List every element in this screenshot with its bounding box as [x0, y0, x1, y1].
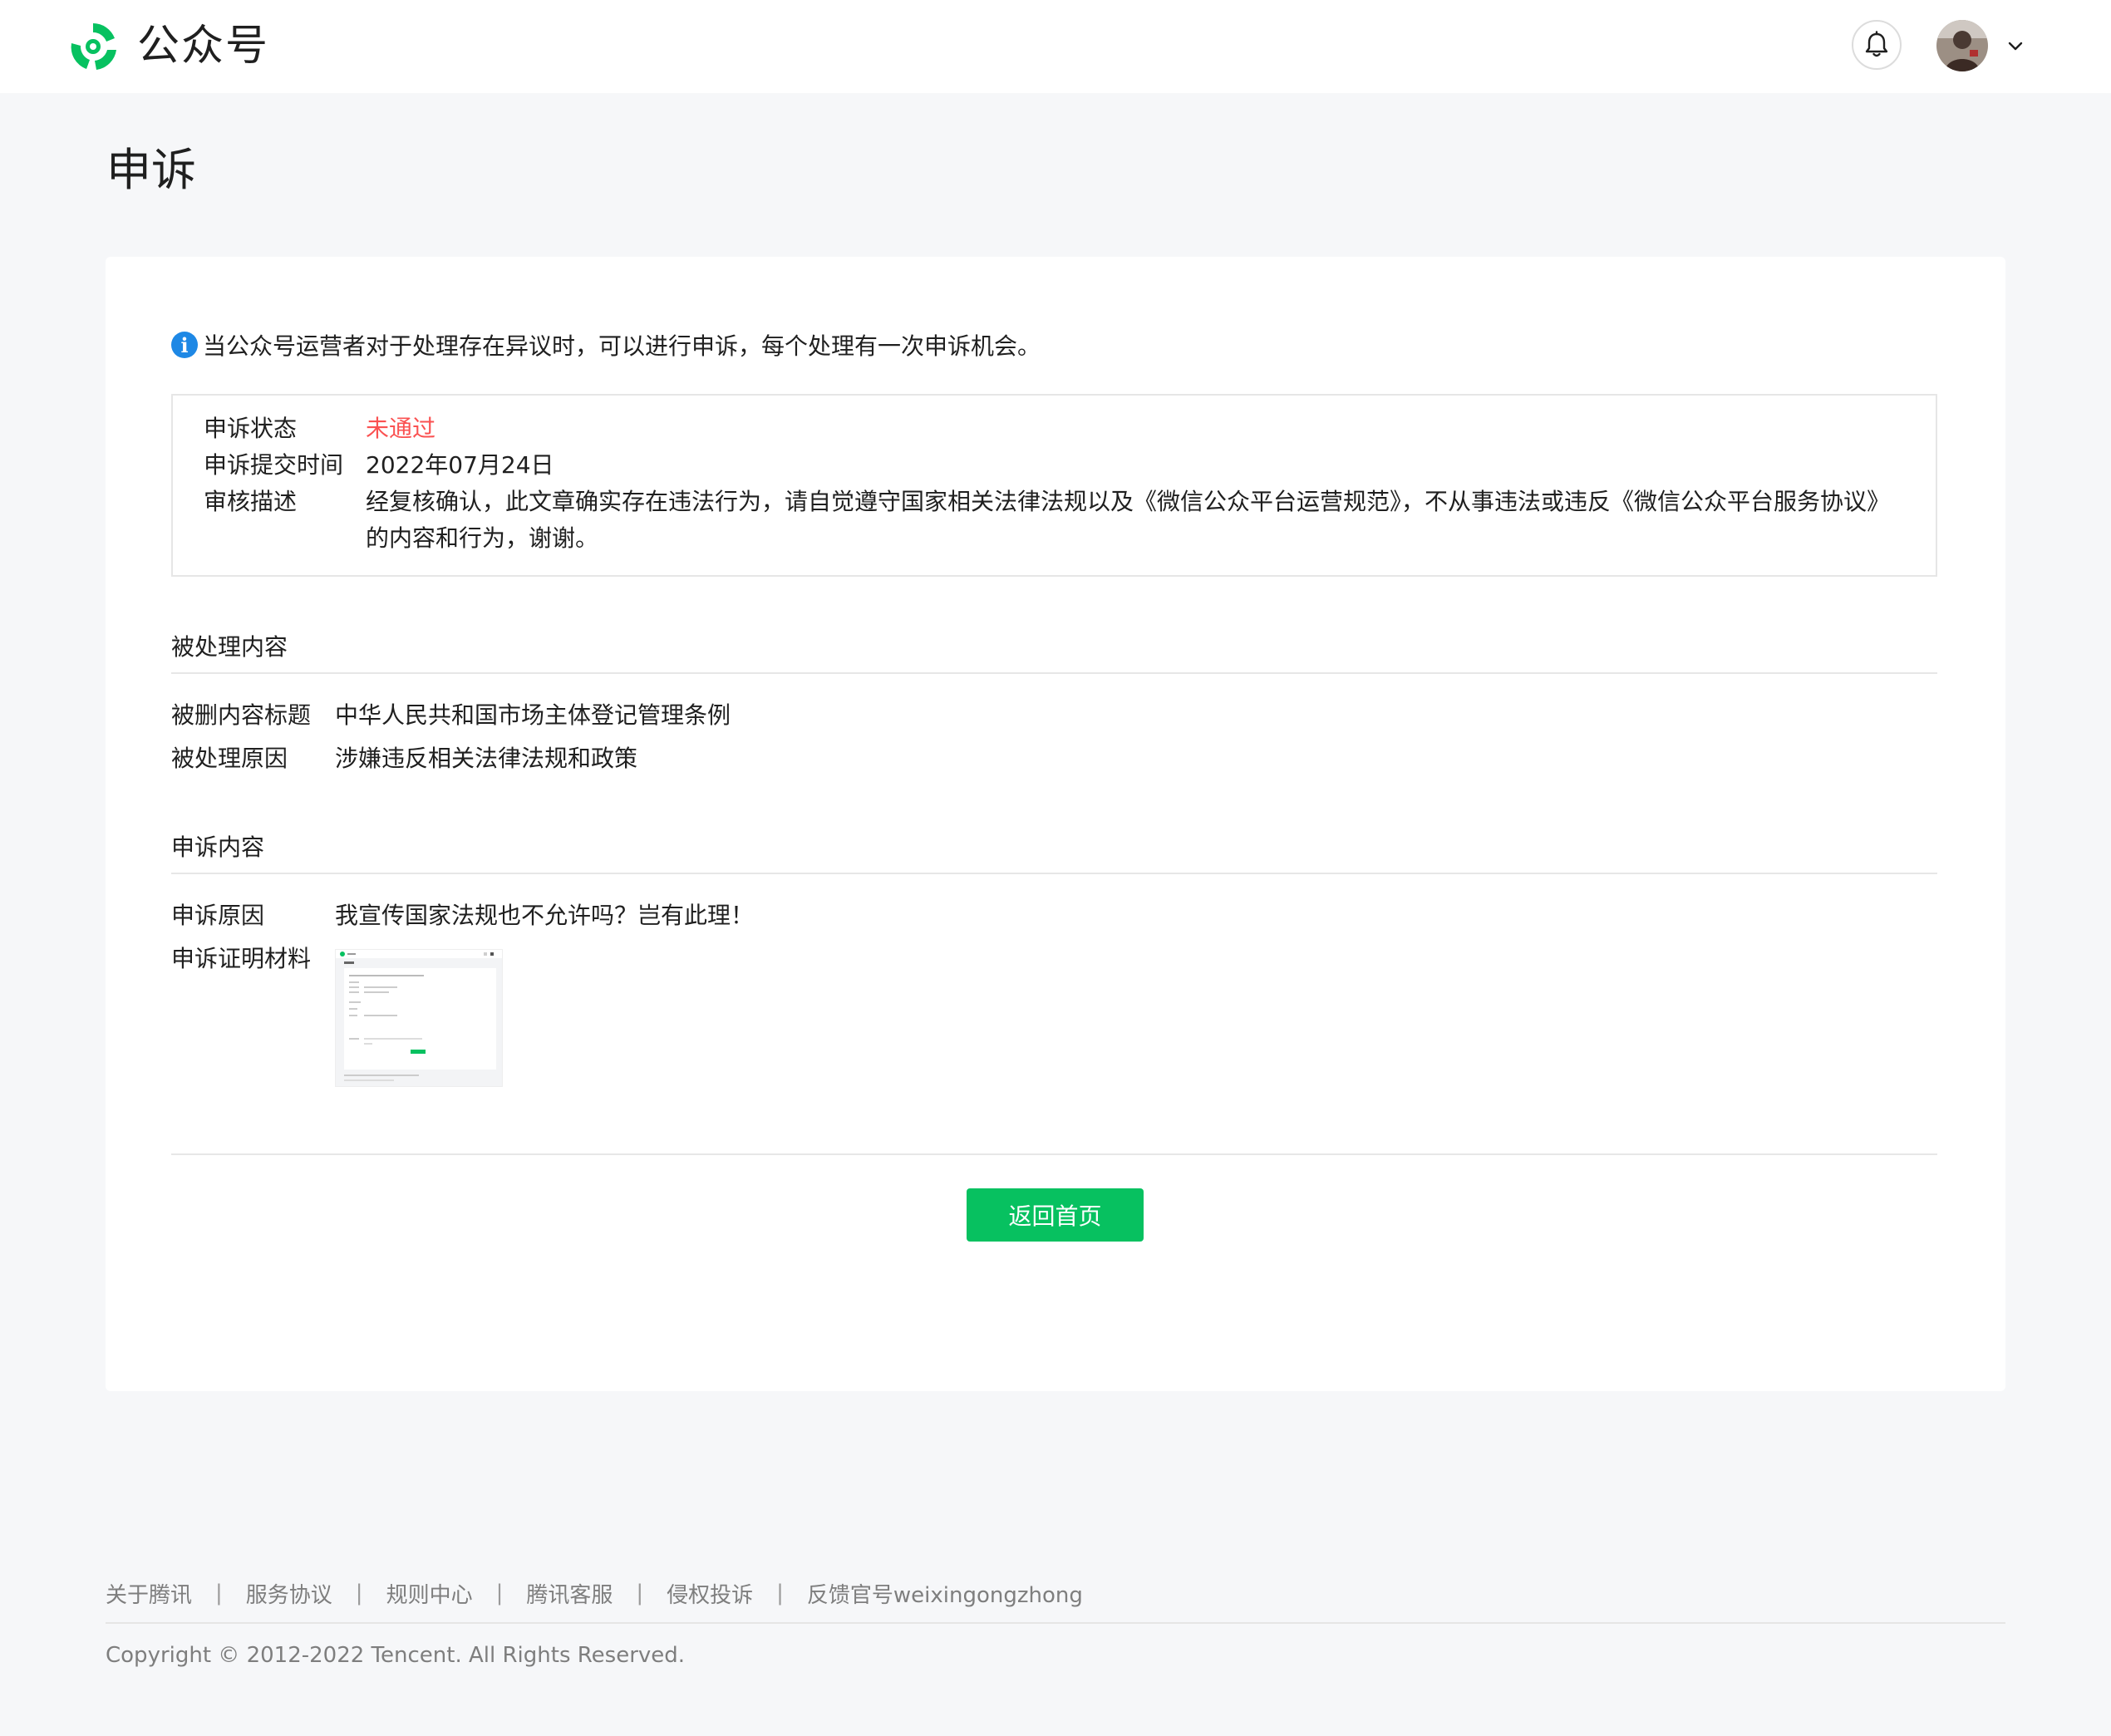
- status-label: 申诉状态: [204, 415, 298, 442]
- handled-reason-value: 涉嫌违反相关法律法规和政策: [335, 745, 638, 772]
- status-value: 未通过: [366, 415, 436, 442]
- brand-name: 公众号: [137, 22, 270, 71]
- wechat-official-account-logo[interactable]: [65, 18, 121, 75]
- appeal-reason-value: 我宣传国家法规也不允许吗？岂有此理！: [335, 902, 755, 929]
- footer-link-about[interactable]: 关于腾讯: [106, 1578, 192, 1609]
- submit-time-label: 申诉提交时间: [204, 451, 344, 479]
- notification-button[interactable]: [1852, 20, 1902, 70]
- footer-separator: |: [215, 1581, 223, 1606]
- back-to-home-button[interactable]: 返回首页: [967, 1188, 1144, 1242]
- bell-icon: [1865, 31, 1888, 57]
- submit-time-value: 2022年07月24日: [366, 451, 554, 479]
- appeal-section-title: 申诉内容: [171, 834, 265, 861]
- footer-link-infringement-complaint[interactable]: 侵权投诉: [667, 1578, 753, 1609]
- footer-links: 关于腾讯 | 服务协议 | 规则中心 | 腾讯客服 | 侵权投诉 | 反馈官号w…: [106, 1575, 1083, 1611]
- footer-separator: |: [495, 1581, 504, 1606]
- user-avatar[interactable]: [1936, 20, 1988, 71]
- footer-link-feedback-account[interactable]: 反馈官号weixingongzhong: [807, 1578, 1083, 1609]
- deleted-title-label: 被删内容标题: [171, 701, 312, 729]
- footer-link-customer-service[interactable]: 腾讯客服: [526, 1578, 613, 1609]
- copyright-text: Copyright © 2012-2022 Tencent. All Right…: [106, 1643, 686, 1668]
- appeal-reason-label: 申诉原因: [171, 902, 265, 929]
- review-desc-row: 审核描述 经复核确认，此文章确实存在违法行为，请自觉遵守国家相关法律法规以及《微…: [204, 484, 1907, 557]
- status-row: 申诉状态 未通过: [204, 411, 1907, 447]
- section-divider: [171, 873, 1937, 874]
- evidence-thumbnail[interactable]: [335, 949, 503, 1087]
- handled-reason-row: 被处理原因 涉嫌违反相关法律法规和政策: [171, 740, 1917, 777]
- appeal-notice: i 当公众号运营者对于处理存在异议时，可以进行申诉，每个处理有一次申诉机会。: [171, 325, 1041, 365]
- footer-link-service-agreement[interactable]: 服务协议: [246, 1578, 332, 1609]
- appeal-evidence-label: 申诉证明材料: [171, 945, 312, 972]
- top-bar: 公众号: [0, 0, 2111, 93]
- appeal-evidence-row: 申诉证明材料: [171, 941, 337, 977]
- appeal-detail-card: i 当公众号运营者对于处理存在异议时，可以进行申诉，每个处理有一次申诉机会。 申…: [106, 257, 2005, 1391]
- appeal-status-box: 申诉状态 未通过 申诉提交时间 2022年07月24日 审核描述 经复核确认，此…: [171, 394, 1937, 577]
- footer-link-rules-center[interactable]: 规则中心: [386, 1578, 473, 1609]
- submit-time-row: 申诉提交时间 2022年07月24日: [204, 447, 1907, 484]
- handled-reason-label: 被处理原因: [171, 745, 288, 772]
- page-title: 申诉: [106, 144, 196, 196]
- handled-section-title: 被处理内容: [171, 633, 288, 661]
- info-icon: i: [171, 332, 198, 358]
- footer-separator: |: [776, 1581, 784, 1606]
- footer-divider: [106, 1622, 2005, 1624]
- review-desc-label: 审核描述: [204, 488, 298, 515]
- notice-text: 当公众号运营者对于处理存在异议时，可以进行申诉，每个处理有一次申诉机会。: [203, 332, 1041, 360]
- chevron-down-icon[interactable]: [2006, 37, 2025, 55]
- footer-separator: |: [636, 1581, 644, 1606]
- bottom-divider: [171, 1153, 1937, 1155]
- appeal-reason-row: 申诉原因 我宣传国家法规也不允许吗？岂有此理！: [171, 898, 1917, 934]
- deleted-title-value: 中华人民共和国市场主体登记管理条例: [335, 701, 731, 729]
- section-divider: [171, 672, 1937, 674]
- footer-separator: |: [355, 1581, 363, 1606]
- review-desc-value: 经复核确认，此文章确实存在违法行为，请自觉遵守国家相关法律法规以及《微信公众平台…: [366, 488, 1891, 552]
- deleted-title-row: 被删内容标题 中华人民共和国市场主体登记管理条例: [171, 697, 1917, 734]
